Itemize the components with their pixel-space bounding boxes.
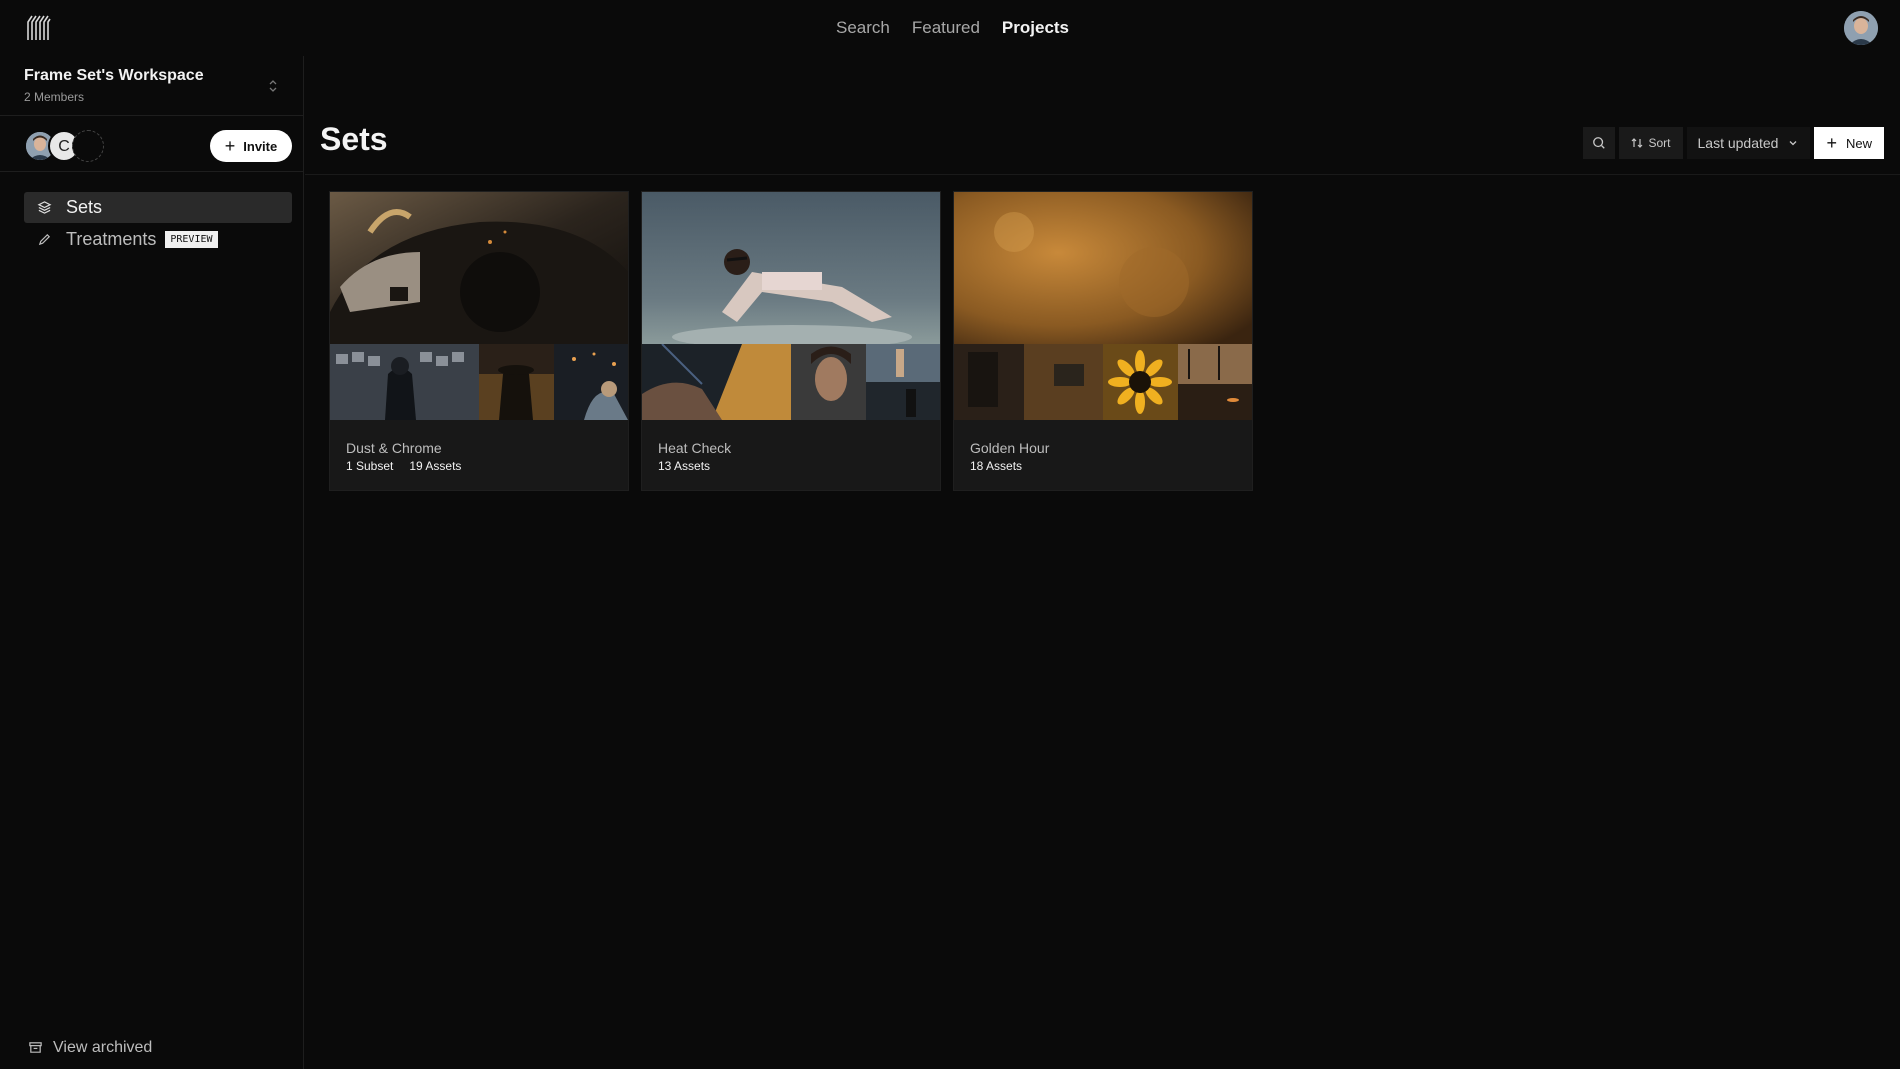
set-counts: 18 Assets	[970, 459, 1236, 473]
chevron-updown-icon[interactable]	[266, 78, 280, 94]
nav-projects[interactable]: Projects	[991, 0, 1080, 56]
sets-grid: Dust & Chrome 1 Subset 19 Assets Heat Ch…	[329, 191, 1253, 491]
sort-order-value: Last updated	[1697, 135, 1779, 151]
search-icon	[1593, 137, 1606, 149]
set-card-meta: Dust & Chrome 1 Subset 19 Assets	[330, 420, 628, 473]
set-card-meta: Golden Hour 18 Assets	[954, 420, 1252, 473]
sidebar-item-treatments[interactable]: Treatments PREVIEW	[24, 224, 292, 255]
user-avatar[interactable]	[1844, 11, 1878, 45]
invite-button[interactable]: + Invite	[210, 130, 292, 162]
set-card-golden-hour[interactable]: Golden Hour 18 Assets	[953, 191, 1253, 491]
preview-badge: PREVIEW	[165, 231, 218, 248]
members-row: C + Invite	[0, 116, 304, 172]
archive-icon	[28, 1040, 44, 1056]
page-title: Sets	[320, 121, 388, 157]
set-thumbnail	[1178, 344, 1252, 420]
invite-button-label: Invite	[243, 138, 278, 154]
set-thumbnail-strip	[642, 344, 940, 420]
set-card-heat-check[interactable]: Heat Check 13 Assets	[641, 191, 941, 491]
new-set-button[interactable]: + New	[1814, 127, 1884, 159]
set-thumbnail	[791, 344, 866, 420]
set-thumbnail-strip	[330, 344, 628, 420]
set-card-dust-chrome[interactable]: Dust & Chrome 1 Subset 19 Assets	[329, 191, 629, 491]
set-title: Dust & Chrome	[346, 440, 442, 456]
new-button-label: New	[1845, 135, 1872, 151]
sidebar-menu: Sets Treatments PREVIEW	[24, 192, 292, 256]
layers-icon	[36, 200, 52, 216]
set-title: Heat Check	[658, 440, 732, 456]
chevron-down-icon	[1790, 141, 1797, 146]
set-thumbnail	[330, 344, 479, 420]
top-bar: Search Featured Projects	[0, 0, 1900, 56]
sidebar: Frame Set's Workspace 2 Members C + Invi…	[0, 56, 304, 1069]
plus-icon: +	[1826, 133, 1837, 153]
asset-count: 19 Assets	[409, 459, 462, 473]
main-nav: Search Featured Projects	[825, 0, 1080, 56]
header-divider	[305, 174, 1900, 175]
set-counts: 13 Assets	[658, 459, 924, 473]
sort-order-select[interactable]: Last updated	[1686, 127, 1811, 159]
sort-button[interactable]: Sort	[1619, 127, 1683, 159]
nav-featured[interactable]: Featured	[901, 0, 991, 56]
set-thumbnail-strip	[954, 344, 1252, 420]
sidebar-item-label: Sets	[66, 197, 103, 217]
nav-search[interactable]: Search	[825, 0, 901, 56]
set-cover-image	[330, 192, 628, 344]
set-thumbnail	[479, 344, 554, 420]
main-content: Sets Sort Last updated + New Dust & Chro…	[305, 56, 1900, 1069]
set-cover-image	[954, 192, 1252, 344]
set-thumbnail	[642, 344, 791, 420]
app-logo-icon[interactable]	[24, 12, 54, 42]
search-button[interactable]	[1583, 127, 1616, 159]
set-thumbnail	[554, 344, 628, 420]
plus-icon: +	[224, 136, 236, 156]
set-thumbnail	[954, 344, 1103, 420]
asset-count: 18 Assets	[970, 459, 1023, 473]
set-cover-image	[642, 192, 940, 344]
add-member-placeholder[interactable]	[72, 130, 104, 162]
set-thumbnail	[866, 344, 940, 420]
sidebar-item-label: Treatments	[66, 229, 157, 249]
workspace-members-count: 2 Members	[24, 90, 85, 104]
set-card-meta: Heat Check 13 Assets	[642, 420, 940, 473]
pencil-icon	[36, 232, 52, 248]
set-title: Golden Hour	[970, 440, 1050, 456]
asset-count: 13 Assets	[658, 459, 711, 473]
workspace-switcher[interactable]: Frame Set's Workspace 2 Members	[0, 56, 304, 116]
view-archived-label: View archived	[53, 1039, 153, 1056]
sets-toolbar: Sort Last updated + New	[1583, 127, 1884, 159]
sort-label: Sort	[1648, 136, 1671, 150]
workspace-name: Frame Set's Workspace	[24, 67, 204, 84]
subset-count: 1 Subset	[346, 459, 394, 473]
sidebar-item-sets[interactable]: Sets	[24, 192, 292, 223]
set-counts: 1 Subset 19 Assets	[346, 459, 612, 473]
sort-arrows-icon	[1632, 138, 1643, 148]
view-archived-link[interactable]: View archived	[28, 1039, 152, 1057]
set-thumbnail	[1103, 344, 1178, 420]
